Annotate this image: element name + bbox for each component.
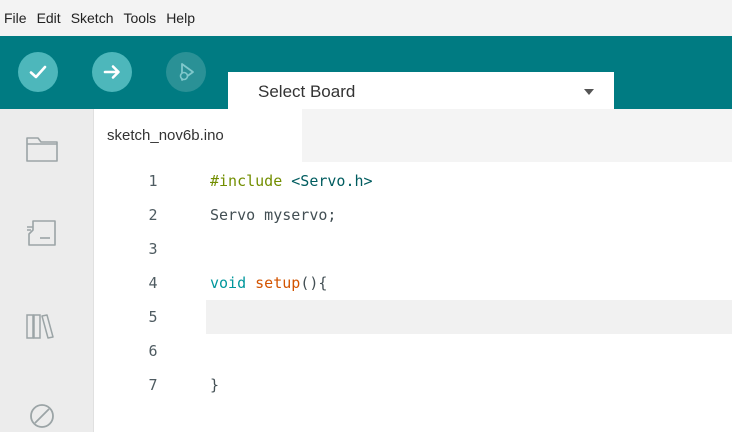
menu-tools[interactable]: Tools [124, 10, 157, 26]
code-line[interactable]: 2 Servo myservo; [94, 198, 732, 232]
board-select[interactable]: Select Board [228, 72, 614, 112]
code-line[interactable]: 5 [94, 300, 732, 334]
sketchbook-button[interactable] [22, 129, 62, 169]
menu-file[interactable]: File [4, 10, 27, 26]
menu-help[interactable]: Help [166, 10, 195, 26]
code-line[interactable]: 7} [94, 368, 732, 402]
code-token: setup [255, 274, 301, 292]
debug-icon [179, 63, 194, 81]
line-number: 2 [148, 206, 158, 224]
menu-sketch[interactable]: Sketch [71, 10, 114, 26]
tab-label: sketch_nov6b.ino [107, 127, 224, 144]
board-select-value: Select Board [258, 82, 356, 101]
upload-button[interactable] [92, 52, 132, 92]
folder-icon [26, 137, 58, 162]
code-text: Servo myservo; [210, 198, 336, 232]
code-editor[interactable]: 1 #include <Servo.h> 2 Servo myservo; 3 4 void… [94, 162, 732, 432]
board-icon [27, 220, 56, 246]
line-number: 7 [148, 376, 158, 394]
line-number: 6 [148, 342, 158, 360]
arrow-right-icon [103, 65, 120, 79]
code-token: (){ [300, 274, 328, 292]
code-text: void setup(){ [210, 266, 327, 300]
code-text: #include <Servo.h> [210, 164, 373, 198]
debug-panel-button[interactable] [22, 396, 62, 436]
line-number: 1 [148, 172, 158, 190]
boards-manager-button[interactable] [22, 214, 62, 254]
code-token: #include [210, 172, 283, 190]
code-line[interactable]: 1 #include <Servo.h> [94, 164, 732, 198]
line-number: 4 [148, 274, 158, 292]
side-bar [0, 109, 94, 432]
code-token: } [210, 376, 220, 394]
editor-tab-bar: sketch_nov6b.ino [94, 109, 732, 162]
code-token: void [210, 274, 247, 292]
library-manager-button[interactable] [22, 306, 62, 346]
toolbar: Select Board [0, 36, 732, 112]
line-number: 5 [148, 308, 158, 326]
code-token: Servo myservo; [210, 206, 337, 224]
code-token: <Servo.h> [282, 172, 373, 190]
check-icon [29, 65, 47, 79]
caret-down-icon [584, 89, 594, 95]
code-text: } [210, 368, 219, 402]
code-line[interactable]: 3 [94, 232, 732, 266]
menu-bar: File Edit Sketch Tools Help [0, 0, 732, 36]
line-number: 3 [148, 240, 158, 258]
code-line[interactable]: 4 void setup(){ [94, 266, 732, 300]
verify-button[interactable] [18, 52, 58, 92]
tab-sketch-file[interactable]: sketch_nov6b.ino [94, 109, 302, 162]
menu-edit[interactable]: Edit [37, 10, 61, 26]
debug-button[interactable] [166, 52, 206, 92]
no-entry-icon [30, 404, 54, 428]
library-icon [26, 314, 54, 339]
code-line[interactable]: 6 [94, 334, 732, 368]
